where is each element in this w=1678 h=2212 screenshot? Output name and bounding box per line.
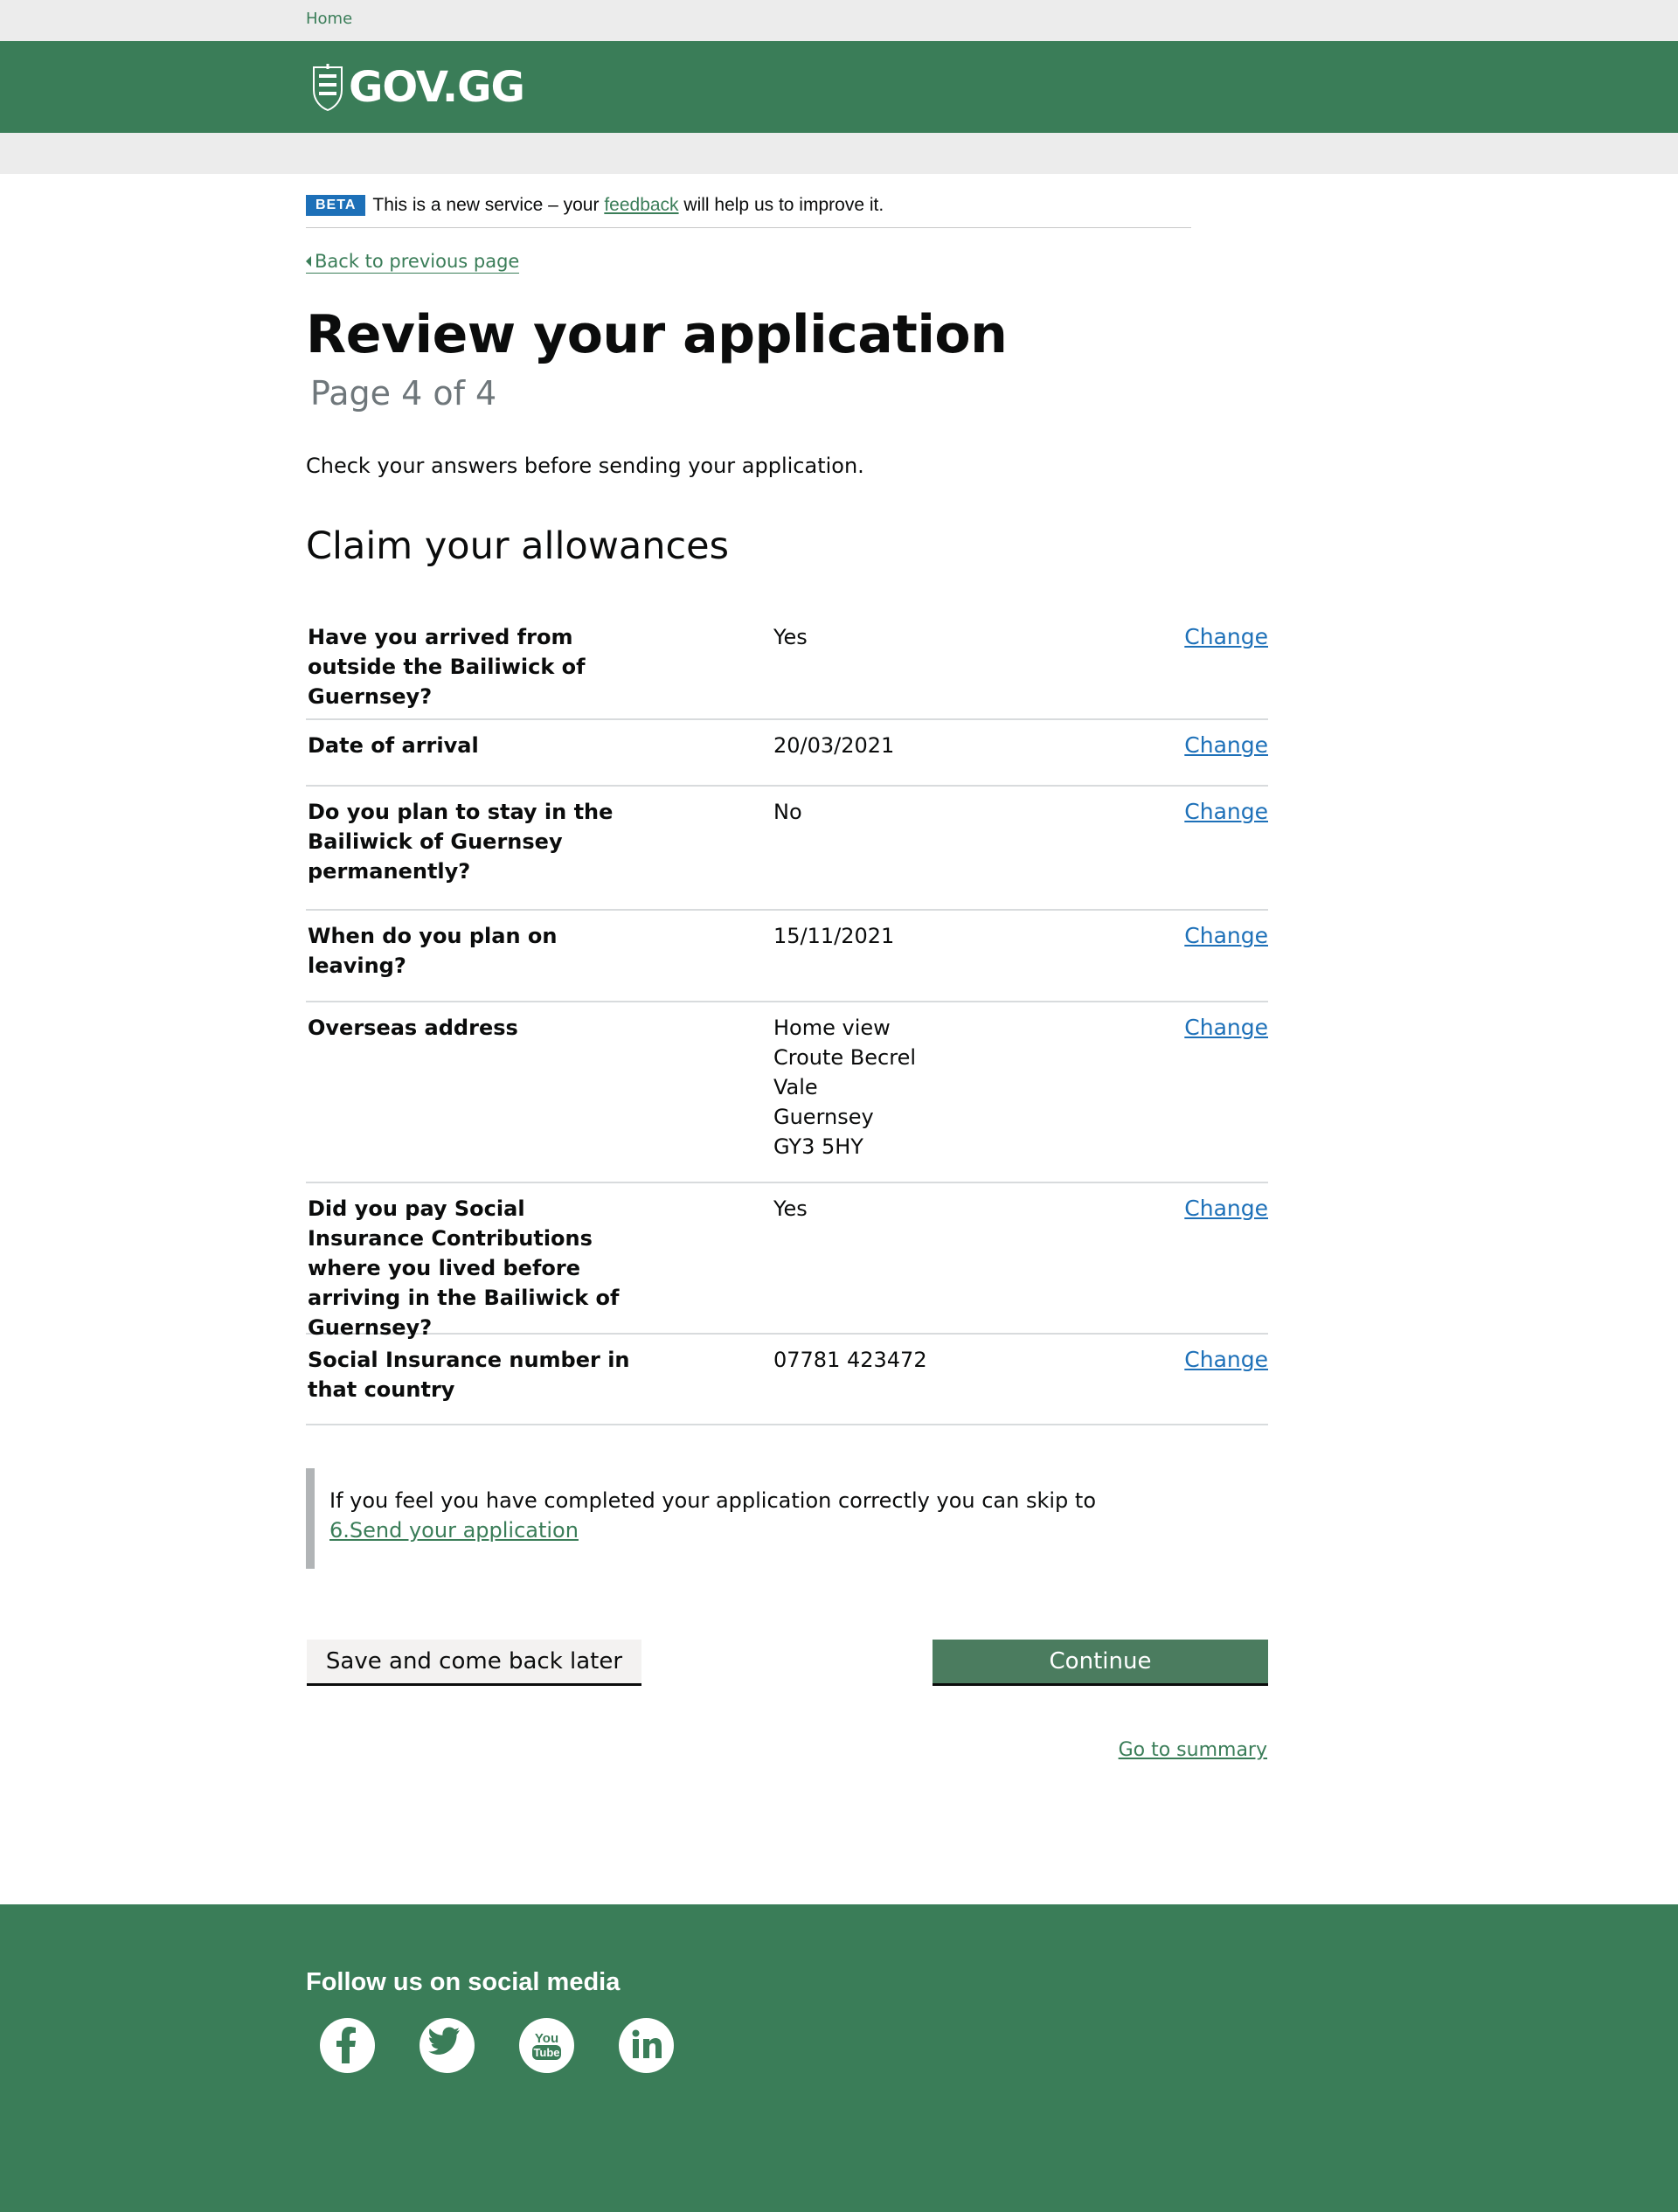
address-line: Croute Becrel [773,1045,916,1070]
follow-heading: Follow us on social media [306,1968,621,1996]
summary-value: 15/11/2021 [773,924,895,948]
inset-paragraph: If you feel you have completed your appl… [329,1486,1168,1545]
beta-text-after: will help us to improve it. [683,195,884,215]
back-link-label: Back to previous page [315,251,520,272]
page-indicator: Page 4 of 4 [310,374,497,413]
top-bar: Home [0,0,1678,41]
address-line: Vale [773,1075,818,1099]
social-links: You Tube [320,2018,674,2073]
summary-row: Social Insurance number in that country … [306,1335,1268,1425]
summary-row: Date of arrival 20/03/2021 Change [306,720,1268,787]
summary-row: When do you plan on leaving? 15/11/2021 … [306,911,1268,1002]
twitter-icon[interactable] [420,2018,475,2073]
summary-value: Yes [773,625,808,649]
change-link[interactable]: Change [1184,1194,1268,1224]
svg-text:Tube: Tube [533,2046,559,2059]
summary-value: 20/03/2021 [773,733,895,758]
grey-band [0,133,1678,174]
address-line: Home view [773,1016,891,1040]
change-link[interactable]: Change [1184,921,1268,951]
continue-button[interactable]: Continue [933,1640,1268,1686]
back-link[interactable]: Back to previous page [306,251,520,274]
crest-icon [313,64,343,111]
change-link[interactable]: Change [1184,731,1268,760]
change-link[interactable]: Change [1184,622,1268,652]
beta-tag: BETA [306,195,366,216]
summary-key: Date of arrival [308,733,479,758]
summary-key: Overseas address [308,1016,518,1040]
summary-value: 07781 423472 [773,1348,927,1372]
beta-text-before: This is a new service – your [372,195,600,215]
summary-row: Do you plan to stay in the Bailiwick of … [306,787,1268,911]
summary-key: Did you pay Social Insurance Contributio… [308,1196,620,1340]
svg-text:You: You [535,2031,558,2046]
summary-row: Overseas address Home view Croute Becrel… [306,1002,1268,1183]
site-header: GOV.GG [0,41,1678,133]
page-title: Review your application [306,304,1008,365]
logo-text: GOV.GG [349,63,525,112]
summary-key: Do you plan to stay in the Bailiwick of … [308,800,614,884]
summary-row: Have you arrived from outside the Bailiw… [306,612,1268,720]
beta-text: This is a new service – your feedback wi… [372,195,884,216]
summary-key: Social Insurance number in that country [308,1348,630,1402]
feedback-link[interactable]: feedback [604,195,678,215]
address-line: Guernsey [773,1105,874,1129]
section-title: Claim your allowances [306,524,730,568]
change-link[interactable]: Change [1184,1013,1268,1043]
address-line: GY3 5HY [773,1134,863,1159]
summary-row: Did you pay Social Insurance Contributio… [306,1183,1268,1340]
change-link[interactable]: Change [1184,797,1268,827]
gov-gg-logo[interactable]: GOV.GG [310,63,525,112]
summary-key: When do you plan on leaving? [308,924,558,978]
intro-text: Check your answers before sending your a… [306,454,864,478]
go-to-summary-link[interactable]: Go to summary [1119,1739,1267,1761]
save-and-come-back-button[interactable]: Save and come back later [307,1640,641,1686]
summary-value-address: Home view Croute Becrel Vale Guernsey GY… [773,1013,1123,1161]
summary-value: No [773,800,802,824]
back-arrow-icon [306,256,311,267]
inset-text: If you feel you have completed your appl… [306,1468,1171,1569]
facebook-icon[interactable] [320,2018,375,2073]
summary-value: Yes [773,1196,808,1221]
send-application-link[interactable]: 6.Send your application [329,1518,579,1543]
site-footer: Follow us on social media You Tube [0,1904,1678,2212]
summary-key: Have you arrived from outside the Bailiw… [308,625,586,709]
linkedin-icon[interactable] [619,2018,674,2073]
summary-list: Have you arrived from outside the Bailiw… [306,612,1268,1425]
inset-message: If you feel you have completed your appl… [329,1488,1097,1513]
home-link[interactable]: Home [306,10,352,28]
change-link[interactable]: Change [1184,1345,1268,1375]
youtube-icon[interactable]: You Tube [519,2018,574,2073]
beta-banner: BETA This is a new service – your feedba… [306,194,1191,228]
